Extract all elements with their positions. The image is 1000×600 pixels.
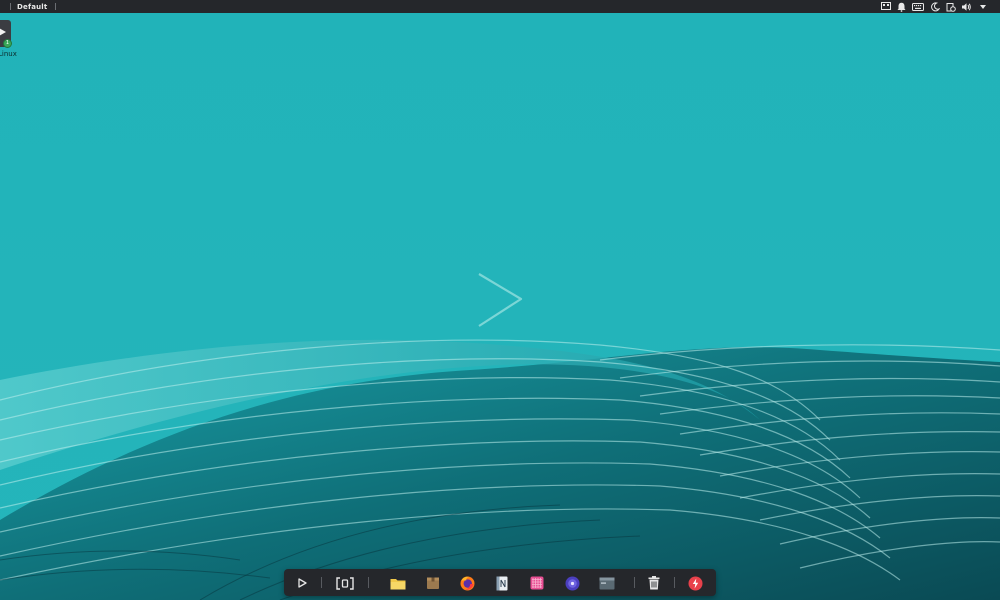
media-player-button[interactable] — [564, 575, 580, 591]
panel-separator — [10, 3, 11, 10]
notes-icon — [496, 576, 508, 590]
dock-separator — [321, 577, 322, 588]
desktop-icon-label: Linux — [0, 50, 17, 58]
firefox-icon — [460, 576, 474, 590]
folder-icon — [390, 578, 406, 589]
grid-app-icon — [530, 576, 544, 590]
files-button[interactable] — [390, 575, 406, 591]
archive-button[interactable] — [425, 575, 441, 591]
dock-separator — [368, 577, 369, 588]
bracket-workspaces-icon — [336, 576, 354, 590]
wallpaper — [0, 0, 1000, 600]
dropdown-arrow-icon[interactable] — [977, 1, 988, 12]
app-launcher-button[interactable] — [294, 575, 310, 591]
play-triangle-icon — [298, 578, 307, 588]
volume-icon[interactable] — [961, 1, 972, 12]
night-light-icon[interactable] — [929, 1, 940, 12]
terminal-window-icon — [599, 577, 615, 589]
clipboard-timer-icon[interactable] — [945, 1, 956, 12]
keyboard-icon[interactable] — [912, 1, 924, 12]
trash-button[interactable] — [646, 575, 662, 591]
power-icon — [688, 576, 702, 590]
dock-separator — [674, 577, 675, 588]
package-icon — [427, 577, 439, 589]
terminal-button[interactable] — [599, 575, 615, 591]
notification-bell-icon[interactable] — [896, 1, 907, 12]
keyboard-layout-icon[interactable] — [880, 1, 891, 12]
dock-separator — [634, 577, 635, 588]
firefox-button[interactable] — [459, 575, 475, 591]
system-tray — [880, 0, 988, 13]
top-panel: Default — [0, 0, 1000, 13]
trash-icon — [648, 576, 660, 590]
desktop[interactable]: Default 1 inux — [0, 0, 1000, 600]
disc-icon — [565, 576, 579, 590]
dock — [284, 569, 716, 596]
notes-button[interactable] — [494, 575, 510, 591]
power-button[interactable] — [687, 575, 703, 591]
panel-separator — [55, 3, 57, 10]
workspace-label[interactable]: Default — [17, 3, 47, 11]
pink-app-button[interactable] — [529, 575, 545, 591]
desktop-icon-badge: 1 — [3, 39, 12, 48]
workspaces-button[interactable] — [336, 575, 354, 591]
